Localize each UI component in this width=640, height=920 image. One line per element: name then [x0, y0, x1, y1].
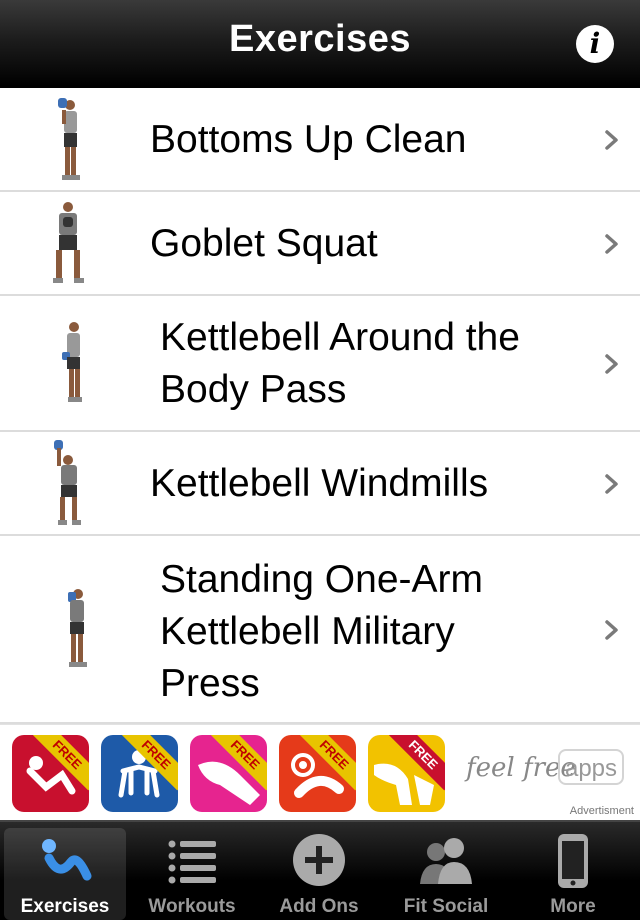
chevron-right-icon — [605, 474, 618, 494]
exercise-figure-icon — [42, 839, 92, 881]
chevron-right-icon — [605, 620, 618, 640]
exercise-list: Bottoms Up Clean Goblet Squat Kettlebell… — [0, 88, 640, 724]
exercise-label: Standing One-Arm Kettlebell Military Pre… — [160, 558, 483, 705]
ad-brand-apps: apps — [558, 749, 624, 785]
ad-app-icon[interactable]: FREE — [101, 735, 178, 812]
exercise-thumbnail-icon — [62, 322, 82, 402]
exercise-row[interactable]: Kettlebell Windmills — [0, 432, 640, 536]
info-icon[interactable]: i — [576, 25, 614, 63]
exercise-thumbnail-icon — [53, 202, 84, 283]
exercise-label: Kettlebell Around the Body Pass — [160, 316, 520, 411]
tab-bar: Exercises Workouts Add Ons Fit Social Mo… — [0, 820, 640, 920]
exercise-label: Goblet Squat — [150, 222, 378, 265]
ad-app-icon[interactable]: FREE — [190, 735, 267, 812]
navigation-bar: Exercises i — [0, 0, 640, 88]
tab-label: Fit Social — [403, 896, 489, 917]
list-icon — [168, 840, 216, 884]
tab-label: Add Ons — [279, 896, 359, 917]
ad-app-icon[interactable]: FREE — [368, 735, 445, 812]
plus-circle-icon — [293, 834, 345, 886]
tab-label: Exercises — [20, 896, 110, 917]
exercise-row[interactable]: Goblet Squat — [0, 192, 640, 296]
tab-add-ons[interactable]: Add Ons — [258, 828, 380, 920]
tab-label: Workouts — [148, 896, 236, 917]
page-title: Exercises — [229, 18, 411, 60]
chevron-right-icon — [605, 130, 618, 150]
ad-label: Advertisment — [569, 805, 634, 817]
tab-more[interactable]: More — [512, 828, 634, 920]
phone-icon — [558, 834, 588, 888]
tab-fit-social[interactable]: Fit Social — [385, 828, 507, 920]
exercise-thumbnail-icon — [54, 440, 81, 525]
ad-app-icon[interactable]: FREE — [279, 735, 356, 812]
exercise-label: Bottoms Up Clean — [150, 118, 467, 161]
exercise-thumbnail-icon — [58, 98, 80, 180]
ad-app-icon[interactable]: FREE — [12, 735, 89, 812]
exercise-row[interactable]: Kettlebell Around the Body Pass — [0, 296, 640, 432]
ad-banner[interactable]: FREE FREE FREE FREE FREE feel free apps … — [0, 724, 640, 821]
chevron-right-icon — [605, 234, 618, 254]
exercise-row[interactable]: Bottoms Up Clean — [0, 88, 640, 192]
exercise-thumbnail-icon — [68, 589, 87, 667]
tab-exercises[interactable]: Exercises — [4, 828, 126, 920]
exercise-row[interactable]: Standing One-Arm Kettlebell Military Pre… — [0, 536, 640, 724]
tab-label: More — [550, 896, 596, 917]
people-icon — [420, 838, 472, 884]
chevron-right-icon — [605, 354, 618, 374]
tab-workouts[interactable]: Workouts — [131, 828, 253, 920]
exercise-label: Kettlebell Windmills — [150, 462, 489, 505]
